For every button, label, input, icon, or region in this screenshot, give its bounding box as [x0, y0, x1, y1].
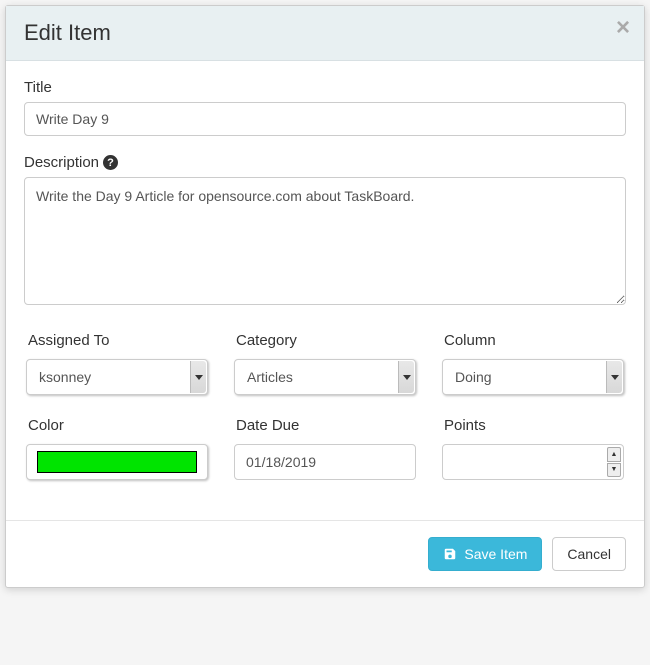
modal-footer: Save Item Cancel: [6, 520, 644, 587]
color-picker[interactable]: [26, 444, 208, 480]
save-button-label: Save Item: [464, 546, 527, 562]
save-button[interactable]: Save Item: [428, 537, 542, 571]
title-field-group: Title: [24, 79, 626, 136]
date-due-col: Date Due: [232, 417, 418, 480]
category-col: Category Articles: [232, 332, 418, 395]
assigned-to-label: Assigned To: [28, 332, 208, 349]
points-col: Points ▲ ▼: [440, 417, 626, 480]
close-icon[interactable]: ×: [616, 16, 630, 40]
description-field-group: Description ? Write the Day 9 Article fo…: [24, 154, 626, 310]
modal-body: Title Description ? Write the Day 9 Arti…: [6, 61, 644, 490]
assigned-to-select-wrap: ksonney: [26, 359, 208, 395]
assigned-to-select[interactable]: ksonney: [26, 359, 208, 395]
title-input[interactable]: [24, 102, 626, 136]
assigned-to-col: Assigned To ksonney: [24, 332, 210, 395]
title-label: Title: [24, 79, 626, 96]
cancel-button[interactable]: Cancel: [552, 537, 626, 571]
date-due-input[interactable]: [234, 444, 416, 480]
date-due-label: Date Due: [236, 417, 416, 434]
column-col: Column Doing: [440, 332, 626, 395]
color-col: Color: [24, 417, 210, 480]
modal-title: Edit Item: [24, 20, 626, 46]
points-spinner: ▲ ▼: [607, 447, 621, 477]
color-label: Color: [28, 417, 208, 434]
column-label: Column: [444, 332, 624, 349]
cancel-button-label: Cancel: [567, 546, 611, 562]
category-select-wrap: Articles: [234, 359, 416, 395]
description-label-text: Description: [24, 154, 99, 171]
points-label: Points: [444, 417, 624, 434]
spinner-down-icon[interactable]: ▼: [607, 463, 621, 478]
modal-header: Edit Item ×: [6, 6, 644, 61]
description-label: Description ?: [24, 154, 626, 171]
column-select-wrap: Doing: [442, 359, 624, 395]
category-select[interactable]: Articles: [234, 359, 416, 395]
column-select[interactable]: Doing: [442, 359, 624, 395]
row-1: Assigned To ksonney Category Articles: [24, 332, 626, 395]
row-2: Color Date Due Points ▲ ▼: [24, 417, 626, 480]
edit-item-modal: Edit Item × Title Description ? Write th…: [5, 5, 645, 588]
points-input[interactable]: [442, 444, 624, 480]
description-textarea[interactable]: Write the Day 9 Article for opensource.c…: [24, 177, 626, 305]
help-icon[interactable]: ?: [103, 155, 118, 170]
points-wrap: ▲ ▼: [442, 444, 624, 480]
color-swatch: [37, 451, 197, 473]
spinner-up-icon[interactable]: ▲: [607, 447, 621, 462]
category-label: Category: [236, 332, 416, 349]
save-icon: [443, 547, 457, 561]
